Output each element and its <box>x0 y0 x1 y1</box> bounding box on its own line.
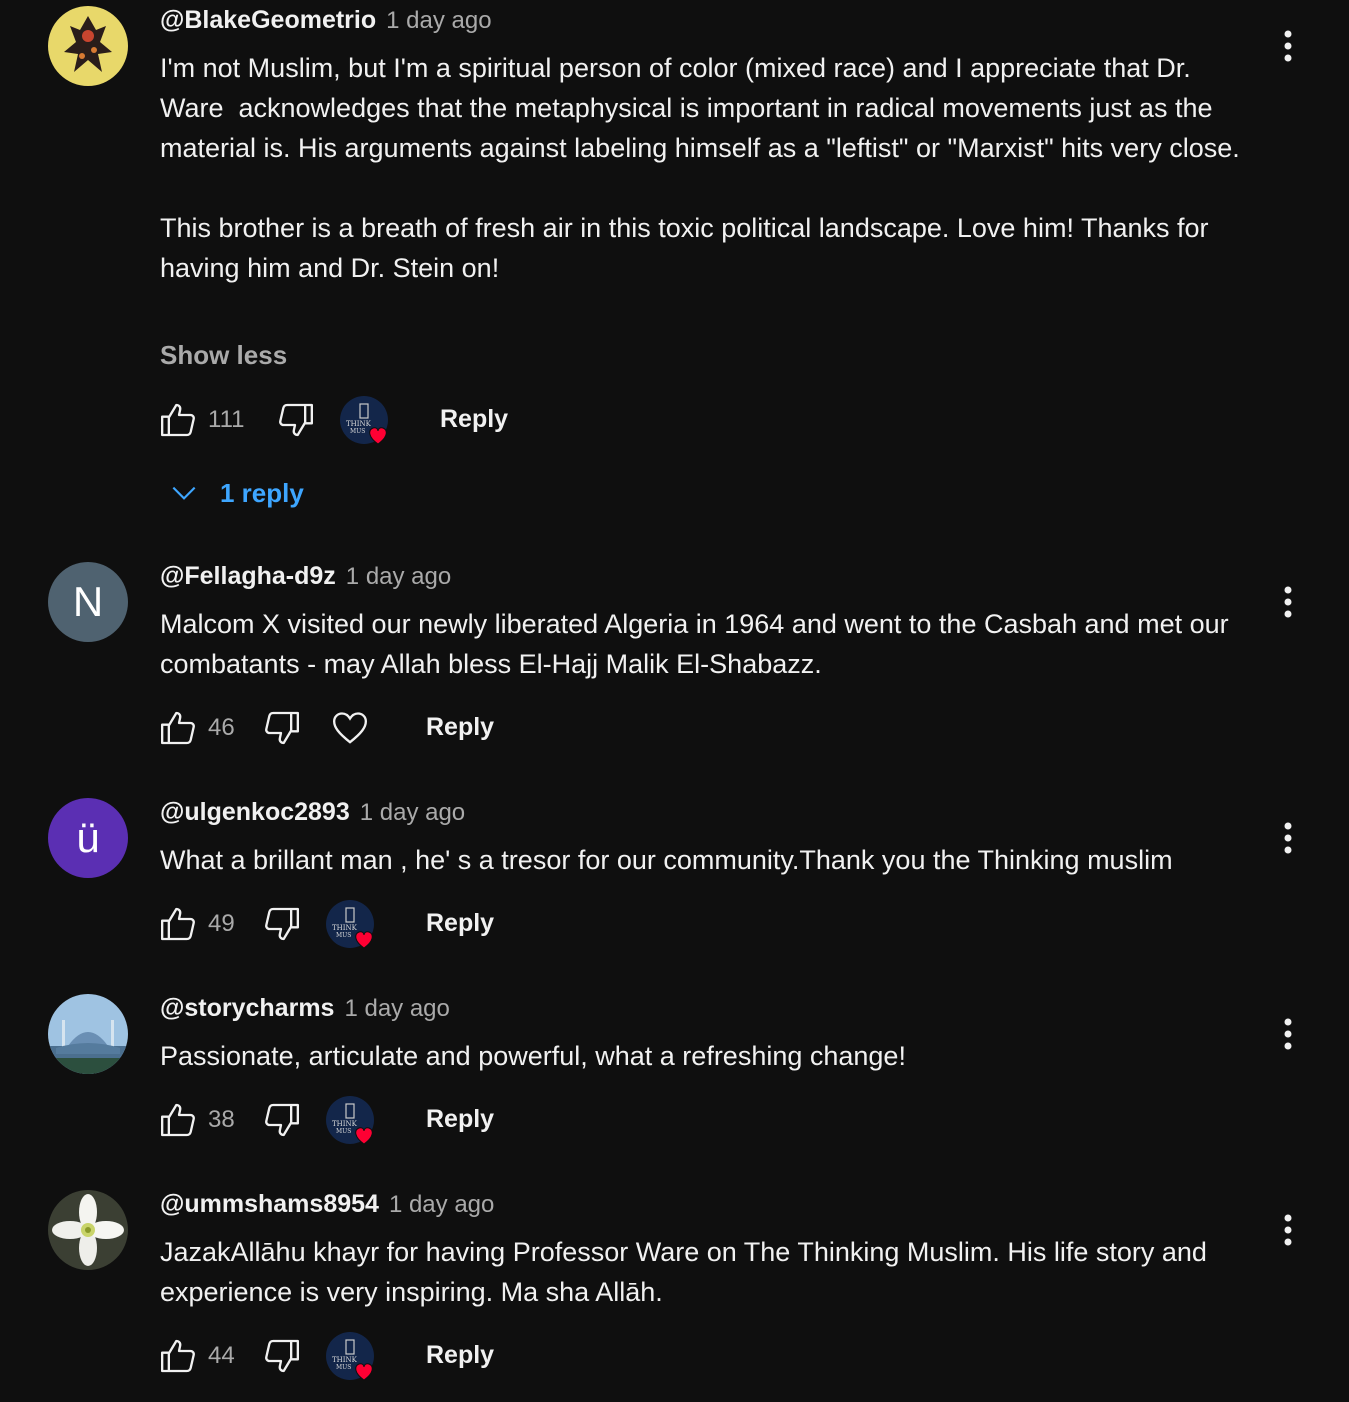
thumb-up-icon <box>161 907 195 941</box>
thumb-up-icon <box>161 1339 195 1373</box>
thumb-down-icon <box>265 1339 299 1373</box>
like-button[interactable] <box>156 1098 200 1142</box>
comment-menu-button[interactable] <box>1276 26 1300 66</box>
dislike-button[interactable] <box>260 1334 304 1378</box>
comment-header: @storycharms 1 day ago <box>160 994 450 1026</box>
thumb-down-icon <box>279 403 313 437</box>
view-replies-button[interactable]: 1 reply <box>168 473 304 513</box>
dislike-button[interactable] <box>260 902 304 946</box>
reply-button[interactable]: Reply <box>426 713 494 742</box>
svg-text:MUS: MUS <box>350 428 365 435</box>
creator-heart-badge[interactable]: THINK MUS <box>338 394 394 450</box>
comment-menu-button[interactable] <box>1276 818 1300 858</box>
avatar[interactable] <box>48 6 128 86</box>
comment-header: @ummshams8954 1 day ago <box>160 1190 494 1222</box>
like-count: 46 <box>208 714 235 741</box>
avatar[interactable] <box>48 1190 128 1270</box>
svg-text:THINK: THINK <box>346 420 372 428</box>
creator-heart-badge[interactable]: THINK MUS <box>324 1330 380 1386</box>
avatar-letter: ü <box>76 814 100 861</box>
like-count: 44 <box>208 1342 235 1369</box>
thumb-down-icon <box>265 907 299 941</box>
thumb-up-icon <box>161 711 195 745</box>
replies-count-label: 1 reply <box>220 477 304 508</box>
dislike-button[interactable] <box>260 706 304 750</box>
chevron-down-icon <box>172 486 196 500</box>
comment-menu-button[interactable] <box>1276 582 1300 622</box>
comment-menu-button[interactable] <box>1276 1210 1300 1250</box>
author-name[interactable]: @ummshams8954 <box>160 1190 379 1219</box>
more-vert-icon <box>1284 1214 1292 1246</box>
thumb-down-icon <box>265 1103 299 1137</box>
comment-timestamp[interactable]: 1 day ago <box>344 995 449 1023</box>
avatar[interactable]: N <box>48 562 128 642</box>
like-count: 111 <box>208 406 245 433</box>
avatar[interactable] <box>48 994 128 1074</box>
svg-text:THINK: THINK <box>332 1120 358 1128</box>
comment-header: @ulgenkoc2893 1 day ago <box>160 798 465 830</box>
svg-text:MUS: MUS <box>336 1128 351 1135</box>
thumb-down-icon <box>265 711 299 745</box>
svg-text:MUS: MUS <box>336 932 351 939</box>
reply-button[interactable]: Reply <box>426 909 494 938</box>
reply-button[interactable]: Reply <box>426 1105 494 1134</box>
creator-heart-badge[interactable]: THINK MUS <box>324 898 380 954</box>
reply-button[interactable]: Reply <box>440 405 508 434</box>
avatar[interactable]: ü <box>48 798 128 878</box>
comment-header: @Fellagha-d9z 1 day ago <box>160 562 451 594</box>
heart-outline-icon <box>332 712 368 744</box>
comment-text: JazakAllāhu khayr for having Professor W… <box>160 1237 1215 1307</box>
comment-menu-button[interactable] <box>1276 1014 1300 1054</box>
comment-text: What a brillant man , he' s a tresor for… <box>160 845 1173 875</box>
comment-timestamp[interactable]: 1 day ago <box>389 1191 494 1219</box>
reply-button[interactable]: Reply <box>426 1341 494 1370</box>
comment-timestamp[interactable]: 1 day ago <box>346 563 451 591</box>
like-button[interactable] <box>156 398 200 442</box>
dislike-button[interactable] <box>260 1098 304 1142</box>
heart-button[interactable] <box>328 706 372 750</box>
thumb-up-icon <box>161 403 195 437</box>
more-vert-icon <box>1284 1018 1292 1050</box>
author-name[interactable]: @Fellagha-d9z <box>160 562 336 591</box>
comment-timestamp[interactable]: 1 day ago <box>360 799 465 827</box>
like-count: 38 <box>208 1106 235 1133</box>
thumb-up-icon <box>161 1103 195 1137</box>
comment-header: @BlakeGeometrio 1 day ago <box>160 6 492 38</box>
comment-text: I'm not Muslim, but I'm a spiritual pers… <box>160 53 1240 283</box>
show-less-button[interactable]: Show less <box>160 340 287 371</box>
author-name[interactable]: @ulgenkoc2893 <box>160 798 350 827</box>
more-vert-icon <box>1284 822 1292 854</box>
svg-text:THINK: THINK <box>332 924 358 932</box>
creator-heart-badge[interactable]: THINK MUS <box>324 1094 380 1150</box>
like-button[interactable] <box>156 706 200 750</box>
comment-text: Passionate, articulate and powerful, wha… <box>160 1041 906 1071</box>
like-button[interactable] <box>156 902 200 946</box>
more-vert-icon <box>1284 30 1292 62</box>
dislike-button[interactable] <box>274 398 318 442</box>
svg-text:MUS: MUS <box>336 1364 351 1371</box>
author-name[interactable]: @BlakeGeometrio <box>160 6 376 35</box>
svg-text:THINK: THINK <box>332 1356 358 1364</box>
like-button[interactable] <box>156 1334 200 1378</box>
more-vert-icon <box>1284 586 1292 618</box>
author-name[interactable]: @storycharms <box>160 994 334 1023</box>
avatar-letter: N <box>72 578 104 625</box>
comment-text: Malcom X visited our newly liberated Alg… <box>160 609 1237 679</box>
like-count: 49 <box>208 910 235 937</box>
comment-timestamp[interactable]: 1 day ago <box>386 7 491 35</box>
